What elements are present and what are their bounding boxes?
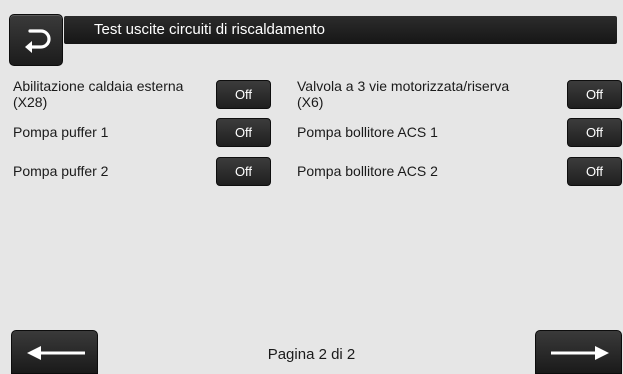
toggle-pompa-bollitore-acs-1-button[interactable]: Off [567,118,622,147]
output-label-valvola-3-vie: Valvola a 3 vie motorizzata/riserva (X6) [297,78,509,110]
output-label-pompa-puffer-2: Pompa puffer 2 [13,163,109,179]
page-indicator: Pagina 2 di 2 [267,346,356,363]
toggle-valvola-3-vie-button[interactable]: Off [567,80,622,109]
return-arrow-icon [25,29,51,53]
header-bar: Test uscite circuiti di riscaldamento [64,16,617,44]
next-page-button[interactable] [535,330,622,374]
toggle-pompa-bollitore-acs-2-button[interactable]: Off [567,157,622,186]
back-button[interactable] [9,14,63,66]
output-label-pompa-puffer-1: Pompa puffer 1 [13,124,109,140]
toggle-pompa-puffer-2-button[interactable]: Off [216,157,271,186]
arrow-right-icon [551,346,609,360]
output-label-pompa-bollitore-acs-1: Pompa bollitore ACS 1 [297,124,438,140]
output-label-pompa-bollitore-acs-2: Pompa bollitore ACS 2 [297,163,438,179]
label-line: (X6) [297,94,324,110]
output-label-abilitazione-caldaia: Abilitazione caldaia esterna (X28) [13,78,183,110]
label-line: Abilitazione caldaia esterna [13,78,184,94]
toggle-pompa-puffer-1-button[interactable]: Off [216,118,271,147]
heating-circuit-output-test-screen: Test uscite circuiti di riscaldamento Ab… [0,0,623,374]
label-line: (X28) [13,94,48,110]
label-line: Valvola a 3 vie motorizzata/riserva [297,78,510,94]
page-title: Test uscite circuiti di riscaldamento [94,21,325,38]
toggle-abilitazione-caldaia-button[interactable]: Off [216,80,271,109]
